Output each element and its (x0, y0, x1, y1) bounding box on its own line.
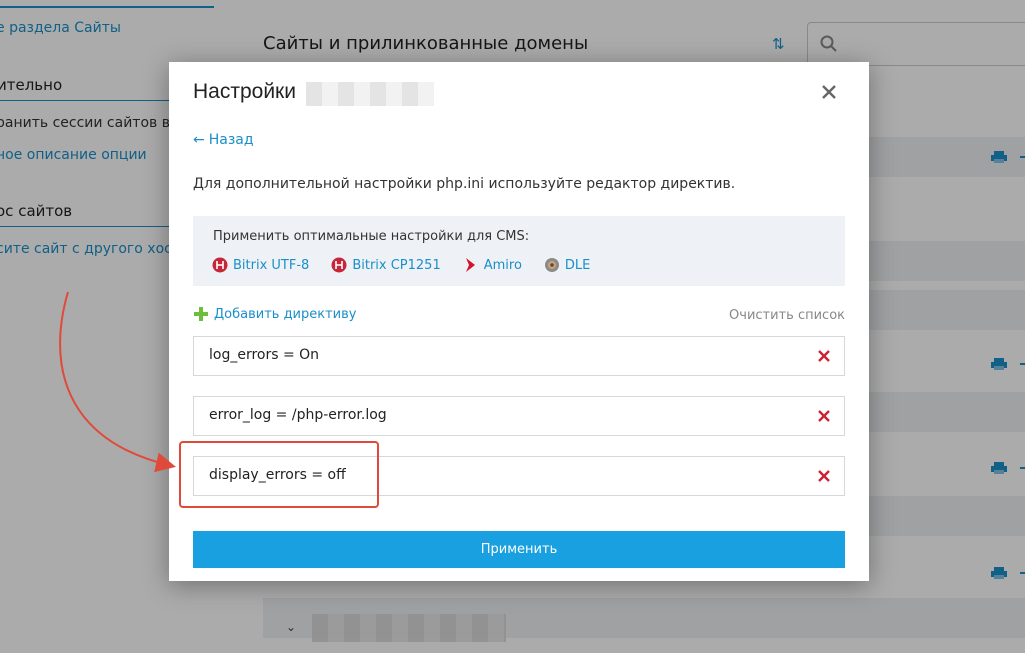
clear-list-link[interactable]: Очистить список (729, 308, 845, 323)
annotation-highlight-box (179, 441, 379, 508)
cms-presets-list: Bitrix UTF-8 Bitrix CP1251 Amiro DLE (212, 257, 612, 273)
cms-presets-panel: Применить оптимальные настройки для CMS:… (193, 216, 845, 286)
intro-text: Для дополнительной настройки php.ini исп… (193, 176, 736, 192)
delete-x-icon[interactable] (818, 410, 830, 422)
delete-x-icon[interactable] (818, 470, 830, 482)
cms-presets-label: Применить оптимальные настройки для CMS: (213, 229, 530, 244)
directive-text: log_errors = On (209, 347, 320, 363)
back-label: Назад (208, 132, 254, 148)
redacted-site-name (306, 82, 434, 106)
arrow-left-icon: ← (193, 132, 205, 148)
directive-row[interactable]: error_log = /php-error.log (193, 396, 845, 436)
cms-preset-label: Bitrix CP1251 (352, 257, 441, 273)
delete-x-icon[interactable] (818, 350, 830, 362)
cms-preset-label: DLE (564, 257, 591, 273)
modal-title: Настройки (193, 80, 296, 103)
bitrix-icon (212, 257, 228, 273)
plus-icon (194, 307, 208, 321)
directive-row[interactable]: log_errors = On (193, 336, 845, 376)
cms-preset-bitrix-utf8[interactable]: Bitrix UTF-8 (212, 257, 309, 273)
close-icon[interactable] (819, 82, 839, 102)
bitrix-icon (331, 257, 347, 273)
dle-icon (544, 258, 559, 272)
cms-preset-dle[interactable]: DLE (544, 257, 590, 273)
amiro-icon (465, 258, 475, 272)
add-directive-label: Добавить директиву (214, 306, 357, 322)
cms-preset-amiro[interactable]: Amiro (463, 257, 522, 273)
cms-preset-label: Bitrix UTF-8 (233, 257, 310, 273)
directive-text: error_log = /php-error.log (209, 407, 387, 423)
cms-preset-bitrix-cp1251[interactable]: Bitrix CP1251 (331, 257, 441, 273)
add-directive-button[interactable]: Добавить директиву (193, 306, 357, 322)
apply-button[interactable]: Применить (193, 531, 845, 568)
back-link[interactable]: ← Назад (193, 132, 254, 148)
cms-preset-label: Amiro (483, 257, 522, 273)
